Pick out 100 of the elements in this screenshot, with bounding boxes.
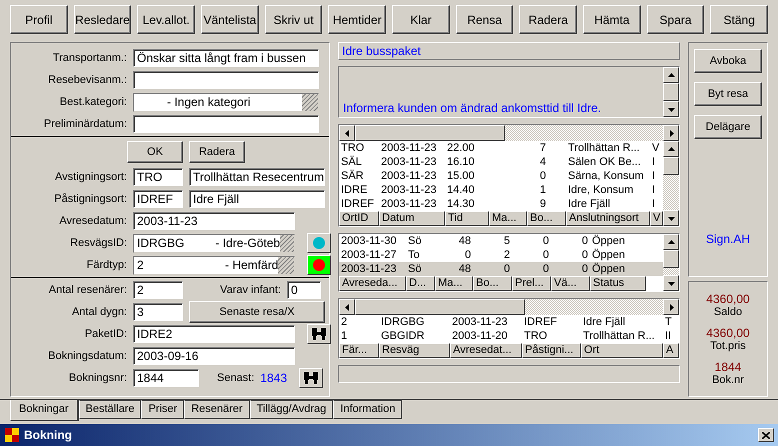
column-header[interactable]: Anslutningsort [566,211,650,226]
arrow-down-icon [668,214,674,222]
toolbar-button[interactable]: Klar [392,5,450,34]
toolbar-button[interactable]: Spara [646,5,704,34]
scrollbar-thumb[interactable] [663,83,679,101]
scroll-right-button[interactable] [663,299,679,315]
scroll-left-button[interactable] [339,299,355,315]
input-field[interactable]: IDREF [133,190,183,208]
scroll-up-button[interactable] [663,234,679,250]
input-field[interactable]: Önskar sitta långt fram i bussen [133,49,319,67]
table-cell-text: Öppen [591,262,626,276]
toolbar-button[interactable]: Väntelista [201,5,259,34]
scroll-up-button[interactable] [663,67,679,83]
table-cell-text: IDREF [340,197,375,211]
package-name: Idre busspaket [338,42,680,60]
column-header[interactable]: Tid [445,211,489,226]
field-label: Antal dygn: [70,306,127,318]
scroll-down-button[interactable] [663,101,679,117]
side-button[interactable]: Byt resa [694,82,762,106]
close-button[interactable] [758,428,774,442]
search-button[interactable] [299,368,323,388]
column-header[interactable]: Bo... [473,276,512,291]
input-field[interactable]: Idre Fjäll [189,190,325,208]
field-label: ResvägsID: [69,237,127,249]
toolbar-button[interactable]: Skriv ut [264,5,322,34]
scroll-right-button[interactable] [663,125,679,141]
delete-button[interactable]: Radera [189,141,245,163]
scroll-up-button[interactable] [663,141,679,157]
dropdown[interactable]: 2 - Hemfärd [133,256,295,274]
table-cell-text: 2003-11-23 [380,141,438,155]
scrollbar-thumb[interactable] [355,299,525,315]
column-header[interactable]: Datum [379,211,445,226]
table-cell-text: 7 [538,141,547,155]
input-field[interactable]: 3 [133,303,183,321]
input-field[interactable]: TRO [133,168,183,186]
scrollbar-thumb[interactable] [355,125,505,141]
toolbar-button[interactable]: Profil [10,5,68,34]
status-light-button[interactable] [307,233,331,253]
column-header[interactable]: Prel... [512,276,551,291]
table-cell-text: 0 [542,262,550,276]
table-cell-text: Särna, Konsum [567,169,645,183]
column-header[interactable]: A [663,343,679,358]
column-header[interactable]: D... [406,276,435,291]
side-button[interactable]: Avboka [694,49,762,73]
toolbar-button[interactable]: Hämta [583,5,641,34]
app-icon [4,427,20,443]
toolbar-button[interactable]: Stäng [710,5,768,34]
column-header[interactable]: Bo... [527,211,566,226]
scrollbar-thumb[interactable] [663,250,679,268]
table-cell-text: 1 [538,183,547,197]
input-field[interactable]: 2003-11-23 [133,212,295,230]
column-header[interactable]: Vä... [551,276,590,291]
side-button[interactable]: Delägare [694,115,762,139]
scroll-left-button[interactable] [339,125,355,141]
column-header[interactable]: Ort [581,343,663,358]
scroll-down-button[interactable] [663,210,679,226]
input-field[interactable]: 0 [287,281,321,299]
column-header[interactable]: Fär... [339,343,379,358]
column-header[interactable]: Resväg [379,343,450,358]
column-header[interactable]: Avresedat... [450,343,522,358]
tab[interactable]: Resenärer [184,400,250,419]
input-field[interactable]: 2003-09-16 [133,347,295,365]
status-light-button[interactable] [307,255,331,275]
latest-trip-button[interactable]: Senaste resa/X [189,301,325,323]
toolbar-button[interactable]: Radera [519,5,578,34]
toolbar-button[interactable]: Lev.allot. [137,5,196,34]
table-cell-text: 5 [502,234,511,248]
table-cell-text: SÄR [340,169,365,183]
dropdown[interactable]: - Ingen kategori [133,92,319,112]
tab[interactable]: Information [333,400,402,419]
column-header[interactable]: Ma... [489,211,527,226]
toolbar-button[interactable]: Hemtider [328,5,386,34]
input-field[interactable]: 2 [133,281,183,299]
input-field[interactable]: 1844 [133,369,199,387]
tab[interactable]: Tillägg/Avdrag [250,400,334,419]
field-label: Transportanm.: [52,52,127,64]
ok-button[interactable]: OK [127,141,183,163]
table-cell-text: Trollhättan R... [567,141,641,155]
tab[interactable]: Beställare [78,400,142,419]
column-header[interactable]: Status [590,276,646,291]
column-header[interactable]: Avreseda... [339,276,406,291]
column-header[interactable]: V [650,211,663,226]
scrollbar-thumb[interactable] [663,157,679,175]
search-button[interactable] [307,324,331,344]
tab[interactable]: Bokningar [10,400,79,421]
column-header[interactable]: Påstigni... [522,343,581,358]
tab[interactable]: Priser [141,400,184,419]
table-cell-text: 48 [458,262,472,276]
input-field[interactable]: Trollhättan Resecentrum [189,168,325,186]
toolbar-button[interactable]: Rensa [456,5,514,34]
input-field[interactable] [133,115,319,133]
column-header[interactable]: OrtID [339,211,379,226]
table-cell-text: II [664,329,672,343]
input-field[interactable] [133,71,319,89]
field-label: Påstigningsort: [53,193,127,205]
input-field[interactable]: IDRE2 [133,325,295,343]
toolbar-button[interactable]: Resledare [74,5,132,34]
dropdown[interactable]: IDRGBG - Idre-Göteb [133,234,295,252]
scroll-down-button[interactable] [663,275,679,291]
column-header[interactable]: Ma... [435,276,473,291]
